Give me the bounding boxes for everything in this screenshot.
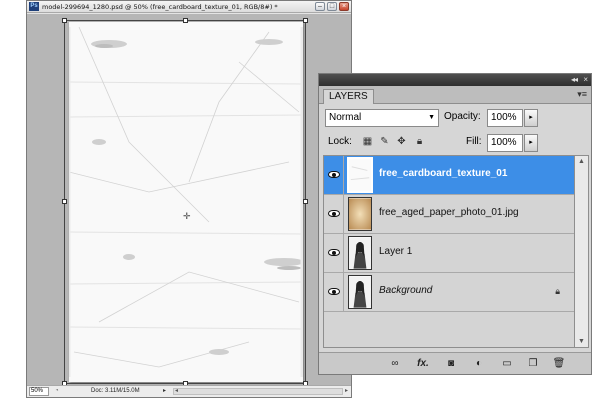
opacity-input[interactable]: 100% <box>487 109 523 127</box>
status-info-icon[interactable]: ◔ <box>55 386 65 397</box>
new-group-icon[interactable]: ▭ <box>499 357 515 371</box>
layers-scrollbar[interactable]: ▲ ▼ <box>575 155 589 348</box>
layers-panel: ◂◂ × LAYERS ▾≡ Normal ▼ Opacity: 100% ▸ … <box>318 73 592 375</box>
layer-row[interactable]: Background 🔒︎ <box>324 273 574 312</box>
transform-handle[interactable] <box>303 199 308 204</box>
eye-icon <box>328 210 340 217</box>
document-window: Ps model-299694_1280.psd @ 50% (free_car… <box>26 0 352 398</box>
status-menu-arrow-icon[interactable]: ▸ <box>163 386 166 397</box>
eye-icon <box>328 288 340 295</box>
close-icon[interactable]: × <box>339 2 349 11</box>
layer-style-fx-icon[interactable]: fx. <box>415 357 431 371</box>
transform-handle[interactable] <box>183 18 188 23</box>
zoom-field[interactable]: 50% <box>29 387 49 396</box>
layer-thumbnail <box>348 275 372 309</box>
minimize-icon[interactable]: – <box>315 2 325 11</box>
layer-row[interactable]: free_aged_paper_photo_01.jpg <box>324 195 574 234</box>
blend-mode-value: Normal <box>329 112 362 123</box>
scroll-left-icon[interactable]: ◂ <box>175 386 178 397</box>
horizontal-scrollbar[interactable] <box>173 388 343 395</box>
scroll-down-icon[interactable]: ▼ <box>578 338 585 345</box>
layer-name: Layer 1 <box>379 246 413 257</box>
layer-name: free_aged_paper_photo_01.jpg <box>379 207 519 218</box>
visibility-toggle[interactable] <box>324 234 344 272</box>
lock-position-icon[interactable]: ✥ <box>395 135 408 148</box>
canvas-area[interactable]: ✛ <box>27 14 351 386</box>
eye-icon <box>328 249 340 256</box>
lock-image-pixels-icon[interactable]: ✎ <box>378 135 391 148</box>
document-title: model-299694_1280.psd @ 50% (free_cardbo… <box>42 3 278 11</box>
transform-handle[interactable] <box>62 199 67 204</box>
panel-dock-bar[interactable]: ◂◂ × <box>319 74 591 86</box>
link-layers-icon[interactable]: ∞ <box>387 357 403 371</box>
layers-list: free_cardboard_texture_01 free_aged_pape… <box>323 155 575 348</box>
add-mask-icon[interactable]: ◙ <box>443 357 459 371</box>
new-layer-icon[interactable]: ❐ <box>525 357 541 371</box>
visibility-toggle[interactable] <box>324 156 344 194</box>
layer-thumbnail <box>348 236 372 270</box>
transform-handle[interactable] <box>62 18 67 23</box>
document-titlebar[interactable]: Ps model-299694_1280.psd @ 50% (free_car… <box>27 1 351 13</box>
chevron-down-icon: ▼ <box>428 114 435 121</box>
layer-row[interactable]: free_cardboard_texture_01 <box>324 156 574 195</box>
fill-slider-button[interactable]: ▸ <box>524 134 538 152</box>
visibility-toggle[interactable] <box>324 195 344 233</box>
visibility-toggle[interactable] <box>324 273 344 311</box>
layer-thumbnail <box>348 197 372 231</box>
layer-name: free_cardboard_texture_01 <box>379 168 508 179</box>
maximize-icon[interactable]: □ <box>327 2 337 11</box>
transform-handle[interactable] <box>303 18 308 23</box>
document-size: Doc: 3.11M/15.0M <box>91 388 140 394</box>
opacity-slider-button[interactable]: ▸ <box>524 109 538 127</box>
fill-input[interactable]: 100% <box>487 134 523 152</box>
photoshop-icon: Ps <box>29 2 39 11</box>
blend-mode-select[interactable]: Normal ▼ <box>325 109 439 127</box>
layer-row[interactable]: Layer 1 <box>324 234 574 273</box>
lock-icon: 🔒︎ <box>555 286 560 296</box>
opacity-label: Opacity: <box>444 111 481 122</box>
panel-tabbar: LAYERS ▾≡ <box>319 86 591 104</box>
lock-all-icon[interactable]: 🔒︎ <box>413 135 426 148</box>
panel-bottom-toolbar: ∞ fx. ◙ ◐ ▭ ❐ 🗑︎ <box>319 352 591 374</box>
delete-layer-icon[interactable]: 🗑︎ <box>551 357 567 371</box>
layer-thumbnail <box>347 157 373 193</box>
document-statusbar: 50% ◔ Doc: 3.11M/15.0M ▸ ◂ ▸ <box>27 385 351 397</box>
transform-bounding-box[interactable] <box>62 18 308 386</box>
scroll-right-icon[interactable]: ▸ <box>345 386 348 397</box>
transform-center-icon[interactable]: ✛ <box>183 212 191 221</box>
tab-layers[interactable]: LAYERS <box>323 89 374 104</box>
scroll-up-icon[interactable]: ▲ <box>578 158 585 165</box>
adjustment-layer-icon[interactable]: ◐ <box>471 357 487 371</box>
panel-menu-icon[interactable]: ▾≡ <box>577 89 587 100</box>
lock-transparent-pixels-icon[interactable]: ▦ <box>361 135 374 148</box>
close-panel-icon[interactable]: × <box>583 74 588 86</box>
layer-name: Background <box>379 285 433 296</box>
collapse-panel-icon[interactable]: ◂◂ <box>571 74 578 86</box>
eye-icon <box>328 171 340 178</box>
fill-label: Fill: <box>466 136 482 147</box>
lock-label: Lock: <box>328 136 352 147</box>
